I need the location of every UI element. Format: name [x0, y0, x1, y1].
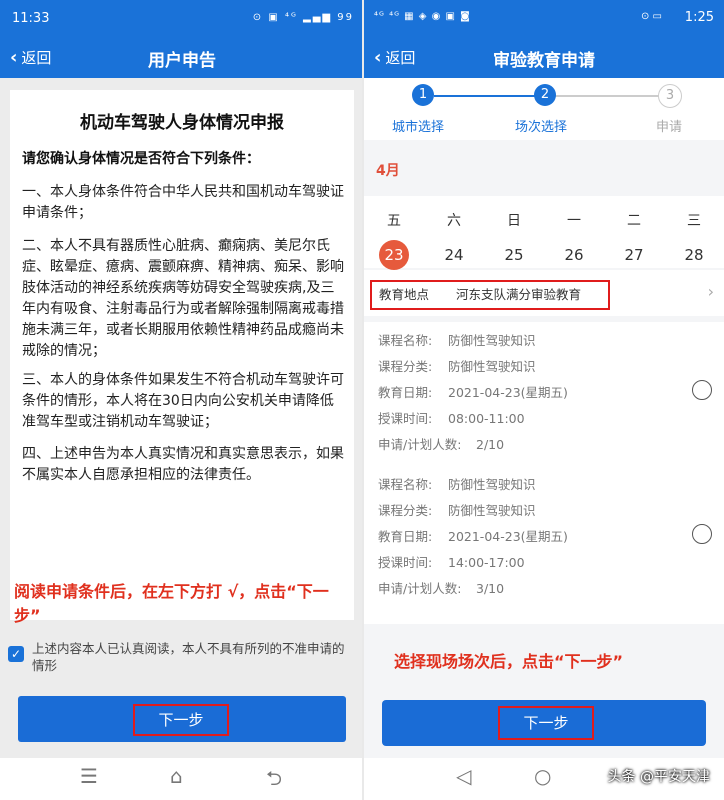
session-count: 申请/计划人数: 2/10 [378, 437, 505, 452]
weekday-label: 五 [387, 213, 401, 229]
status-bar: ⁴ᴳ ⁴ᴳ ▦ ◈ ◉ ▣ ◙ ⊙ ▭ 1:25 [364, 0, 724, 38]
home-circle-icon[interactable]: ○ [534, 764, 551, 788]
instruction-note: 选择现场场次后，点击“下一步” [394, 652, 624, 671]
session-card[interactable]: 课程名称: 防御性驾驶知识 课程分类: 防御性驾驶知识 教育日期: 2021-04-2… [364, 466, 724, 624]
session-radio[interactable] [692, 524, 712, 544]
status-icons: ⊙ ▣ ⁴ᴳ ▂▄▆ 99 [252, 12, 354, 23]
month-label: 4月 [376, 163, 400, 179]
session-course-type: 课程分类: 防御性驾驶知识 [378, 503, 536, 518]
step-1-label: 城市选择 [392, 120, 445, 135]
session-card[interactable]: 课程名称: 防御性驾驶知识 课程分类: 防御性驾驶知识 教育日期: 2021-04-2… [364, 322, 724, 480]
next-step-button[interactable]: 下一步 [18, 696, 346, 742]
date-cell[interactable]: 24 [439, 240, 469, 270]
next-step-label: 下一步 [133, 704, 229, 736]
step-connector [434, 95, 544, 97]
step-progress: 1 2 3 城市选择 场次选择 申请 [364, 78, 724, 140]
location-highlight: 教育地点 河东支队满分审验教育 [370, 280, 610, 310]
agree-row[interactable]: ✓ 上述内容本人已认真阅读，本人不具有所列的不准申请的情形 [8, 640, 353, 674]
date-cell[interactable]: 26 [559, 240, 589, 270]
status-time: 11:33 [12, 11, 50, 26]
education-location-row[interactable]: 教育地点 河东支队满分审验教育 › [364, 270, 724, 316]
step-2-label: 场次选择 [515, 120, 568, 135]
session-count: 申请/计划人数: 3/10 [378, 581, 505, 596]
session-time: 授课时间: 08:00-11:00 [378, 411, 525, 426]
step-2-circle: 2 [534, 84, 556, 106]
session-date: 教育日期: 2021-04-23(星期五) [378, 385, 568, 400]
location-value: 河东支队满分审验教育 [456, 287, 582, 302]
page-title: 审验教育申请 [493, 51, 595, 71]
watermark-text: 头条 @平安天津 [607, 769, 710, 785]
weekday-label: 日 [507, 213, 521, 229]
declaration-paragraph: 四、上述申告为本人真实情况和真实意思表示，如果不属实本人自愿承担相应的法律责任。 [22, 446, 344, 483]
status-bar: 11:33 ⊙ ▣ ⁴ᴳ ▂▄▆ 99 [0, 0, 364, 38]
home-icon[interactable]: ⌂ [170, 764, 183, 788]
document-question: 请您确认身体情况是否符合下列条件： [22, 151, 260, 167]
declaration-paragraph: 三、本人的身体条件如果发生不符合机动车驾驶许可条件的情形，本人将在30日内向公安… [22, 372, 344, 430]
step-1-circle: 1 [412, 84, 434, 106]
date-cell[interactable]: 25 [499, 240, 529, 270]
location-label: 教育地点 [379, 287, 430, 302]
session-course-name: 课程名称: 防御性驾驶知识 [378, 477, 536, 492]
date-picker: 五 六 日 一 二 三 23 24 25 26 27 28 [364, 196, 724, 270]
next-step-button[interactable]: 下一步 [382, 700, 706, 746]
right-phone-screen: ⁴ᴳ ⁴ᴳ ▦ ◈ ◉ ▣ ◙ ⊙ ▭ 1:25 ‹ 返回 审验教育申请 1 2… [364, 0, 724, 800]
system-nav-bar: ☰ ⌂ ⮌ [0, 758, 364, 800]
nav-bar: ‹ 返回 审验教育申请 [364, 38, 724, 78]
step-3-circle: 3 [658, 84, 682, 108]
weekday-label: 二 [627, 213, 641, 229]
session-date: 教育日期: 2021-04-23(星期五) [378, 529, 568, 544]
step-3-label: 申请 [656, 120, 683, 135]
weekday-label: 六 [447, 213, 461, 229]
instruction-note: 阅读申请条件后，在左下方打 √，点击“下一步” [14, 582, 329, 625]
session-course-name: 课程名称: 防御性驾驶知识 [378, 333, 536, 348]
session-course-type: 课程分类: 防御性驾驶知识 [378, 359, 536, 374]
agree-checkbox[interactable]: ✓ [8, 646, 24, 662]
date-cell-selected[interactable]: 23 [379, 240, 409, 270]
declaration-paragraph: 二、本人不具有器质性心脏病、癫痫病、美尼尔氏症、眩晕症、癔病、震颤麻痹、精神病、… [22, 238, 344, 359]
return-icon[interactable]: ⮌ [266, 764, 282, 798]
agree-text: 上述内容本人已认真阅读，本人不具有所列的不准申请的情形 [32, 641, 345, 673]
session-radio[interactable] [692, 380, 712, 400]
next-step-label: 下一步 [498, 706, 594, 740]
date-cell[interactable]: 28 [679, 240, 709, 270]
menu-icon[interactable]: ☰ [80, 764, 98, 788]
system-nav-bar: ◁ ○ 头条 @平安天津 [364, 758, 724, 800]
step-connector [554, 95, 664, 97]
weekday-label: 一 [567, 213, 581, 229]
chevron-right-icon: › [707, 282, 714, 301]
back-triangle-icon[interactable]: ◁ [456, 764, 471, 788]
declaration-document: 机动车驾驶人身体情况申报 请您确认身体情况是否符合下列条件： 一、本人身体条件符… [10, 90, 354, 620]
page-title: 用户申告 [148, 51, 216, 71]
declaration-paragraph: 一、本人身体条件符合中华人民共和国机动车驾驶证申请条件； [22, 184, 344, 221]
status-time: 1:25 [684, 10, 714, 25]
weekday-label: 三 [687, 213, 701, 229]
nav-bar: ‹ 返回 用户申告 [0, 38, 364, 78]
document-title: 机动车驾驶人身体情况申报 [80, 113, 284, 133]
date-cell[interactable]: 27 [619, 240, 649, 270]
status-icons-right: ⊙ ▭ [640, 11, 662, 22]
left-phone-screen: 11:33 ⊙ ▣ ⁴ᴳ ▂▄▆ 99 ‹ 返回 用户申告 机动车驾驶人身体情况… [0, 0, 364, 800]
session-time: 授课时间: 14:00-17:00 [378, 555, 525, 570]
status-icons-left: ⁴ᴳ ⁴ᴳ ▦ ◈ ◉ ▣ ◙ [374, 11, 471, 22]
